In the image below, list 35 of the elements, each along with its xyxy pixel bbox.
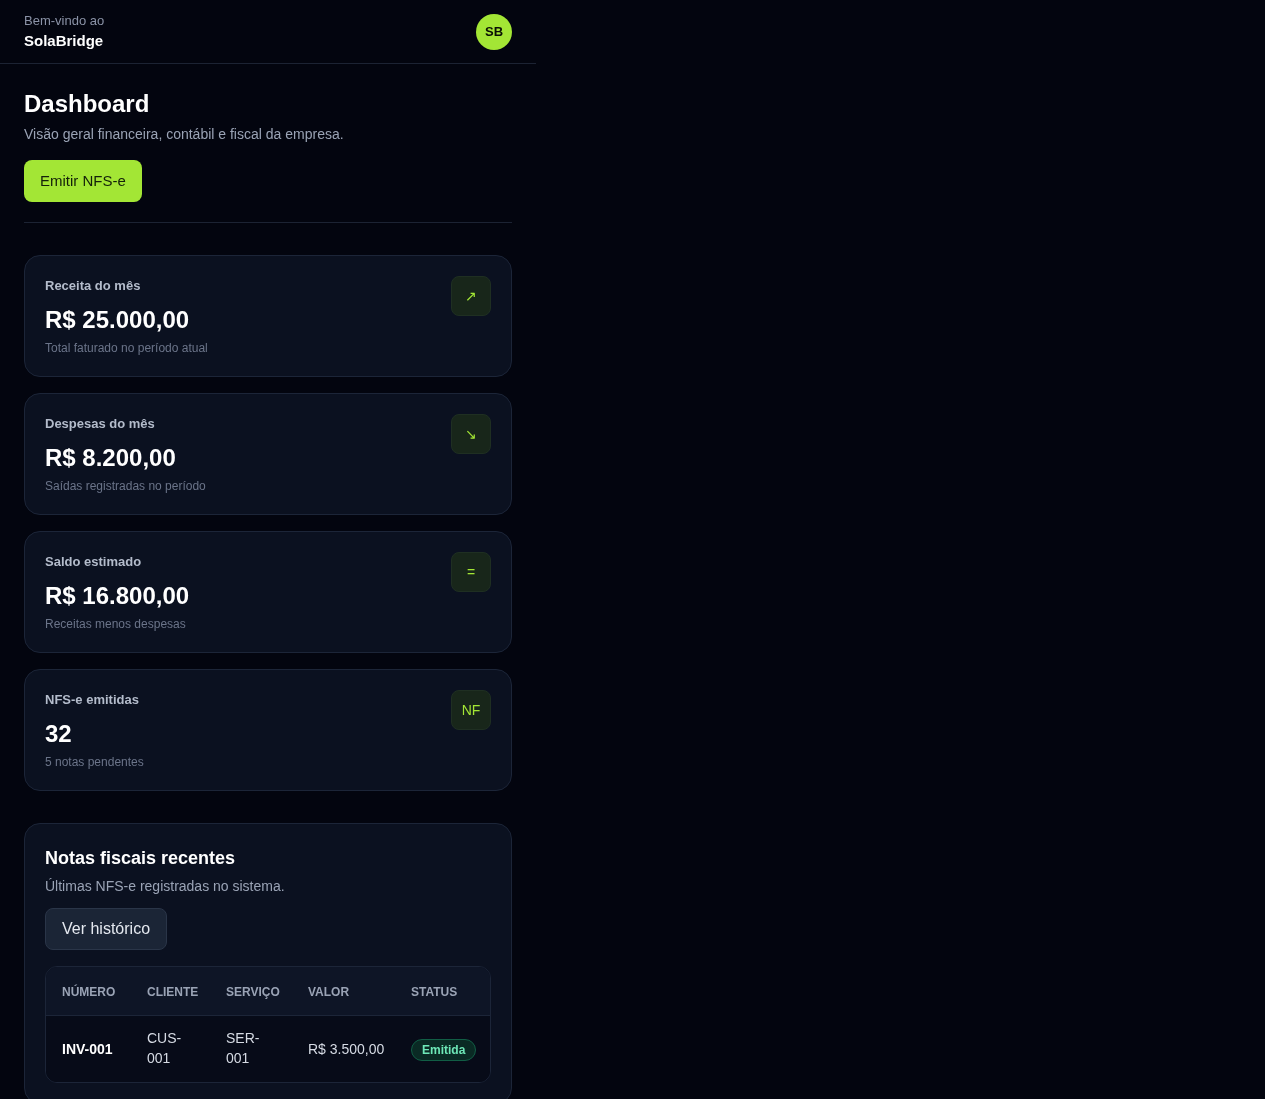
status-badge: Emitida <box>411 1039 477 1061</box>
table-cell-text: CUS-001 <box>147 1029 183 1068</box>
stat-note: Receitas menos despesas <box>45 616 187 632</box>
table-cell-text: SER-001 <box>226 1029 261 1068</box>
section-title: Notas fiscais recentes <box>45 847 237 870</box>
table-cell-text: R$ 3.500,00 <box>308 1040 385 1059</box>
stat-note: 5 notas pendentes <box>45 754 144 770</box>
brand-name: SolaBridge <box>24 30 105 51</box>
stat-label: Saldo estimado <box>45 553 143 571</box>
stat-value: R$ 16.800,00 <box>45 581 190 611</box>
stat-icon: NF <box>451 690 491 730</box>
greeting-text: Bem-vindo ao <box>24 11 105 30</box>
page-title: Dashboard <box>24 89 151 119</box>
issue-invoice-button[interactable]: Emitir NFS-e <box>24 160 142 202</box>
stat-value: R$ 8.200,00 <box>45 443 177 473</box>
stat-label: Despesas do mês <box>45 415 156 433</box>
stat-value: R$ 25.000,00 <box>45 305 191 335</box>
section-subtitle: Últimas NFS-e registradas no sistema. <box>45 877 286 896</box>
page-subtitle: Visão geral financeira, contábil e fiscal da empresa. <box>24 125 345 144</box>
stat-label: NFS-e emitidas <box>45 691 140 709</box>
stat-value: 32 <box>45 719 73 749</box>
stat-note: Saídas registradas no período <box>45 478 206 494</box>
stat-note: Total faturado no período atual <box>45 340 208 356</box>
column-header: VALOR <box>308 985 350 999</box>
column-header: STATUS <box>411 985 458 999</box>
column-header: CLIENTE <box>147 985 199 999</box>
column-header: SERVIÇO <box>226 985 280 999</box>
history-button[interactable]: Ver histórico <box>45 908 168 950</box>
stat-icon: = <box>451 552 491 592</box>
stat-icon: ↗ <box>451 276 491 316</box>
stat-label: Receita do mês <box>45 277 142 295</box>
avatar[interactable]: SB <box>476 13 512 50</box>
column-header: NÚMERO <box>62 985 116 999</box>
table-cell-text: INV-001 <box>62 1040 113 1059</box>
stat-icon: ↘ <box>451 414 491 454</box>
